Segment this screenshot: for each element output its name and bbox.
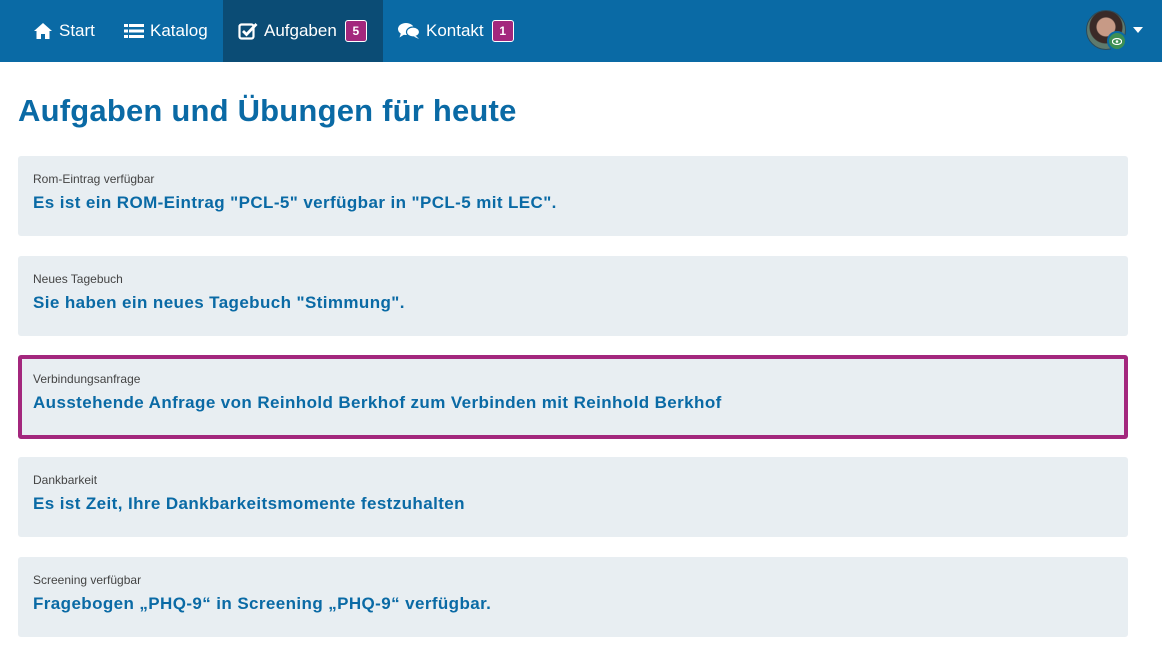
task-card-rom-eintrag[interactable]: Rom-Eintrag verfügbar Es ist ein ROM-Ein… (18, 156, 1128, 236)
list-icon (124, 23, 144, 39)
top-navbar: Start Katalog Aufgaben 5 Kontakt 1 (0, 0, 1162, 62)
task-category: Verbindungsanfrage (33, 372, 141, 386)
home-icon (33, 22, 53, 40)
nav-start-label: Start (59, 21, 95, 40)
task-message: Sie haben ein neues Tagebuch "Stimmung". (33, 293, 405, 312)
nav-aufgaben[interactable]: Aufgaben 5 (223, 0, 383, 62)
page-title: Aufgaben und Übungen für heute (18, 93, 517, 128)
task-category: Screening verfügbar (33, 573, 142, 587)
eye-icon (1107, 31, 1127, 51)
task-card-dankbarkeit[interactable]: Dankbarkeit Es ist Zeit, Ihre Dankbarkei… (18, 457, 1128, 537)
task-category: Neues Tagebuch (33, 272, 123, 286)
comments-icon (398, 22, 420, 40)
nav-start[interactable]: Start (18, 0, 110, 62)
task-message: Ausstehende Anfrage von Reinhold Berkhof… (33, 393, 722, 412)
check-square-icon (238, 22, 258, 40)
aufgaben-count-badge: 5 (344, 20, 367, 42)
task-message: Es ist Zeit, Ihre Dankbarkeitsmomente fe… (33, 494, 465, 513)
task-card-verbindungsanfrage[interactable]: Verbindungsanfrage Ausstehende Anfrage v… (18, 355, 1128, 439)
nav-katalog-label: Katalog (150, 21, 208, 40)
task-card-screening[interactable]: Screening verfügbar Fragebogen „PHQ-9“ i… (18, 557, 1128, 637)
task-card-tagebuch[interactable]: Neues Tagebuch Sie haben ein neues Tageb… (18, 256, 1128, 336)
task-message: Es ist ein ROM-Eintrag "PCL-5" verfügbar… (33, 193, 557, 212)
nav-aufgaben-label: Aufgaben (264, 21, 337, 40)
task-category: Dankbarkeit (33, 473, 98, 487)
nav-kontakt[interactable]: Kontakt 1 (383, 0, 529, 62)
task-category: Rom-Eintrag verfügbar (33, 172, 155, 186)
task-message: Fragebogen „PHQ-9“ in Screening „PHQ-9“ … (33, 594, 492, 613)
nav-katalog[interactable]: Katalog (109, 0, 223, 62)
kontakt-count-badge: 1 (491, 20, 514, 42)
caret-down-icon[interactable] (1133, 27, 1143, 33)
nav-kontakt-label: Kontakt (426, 21, 484, 40)
